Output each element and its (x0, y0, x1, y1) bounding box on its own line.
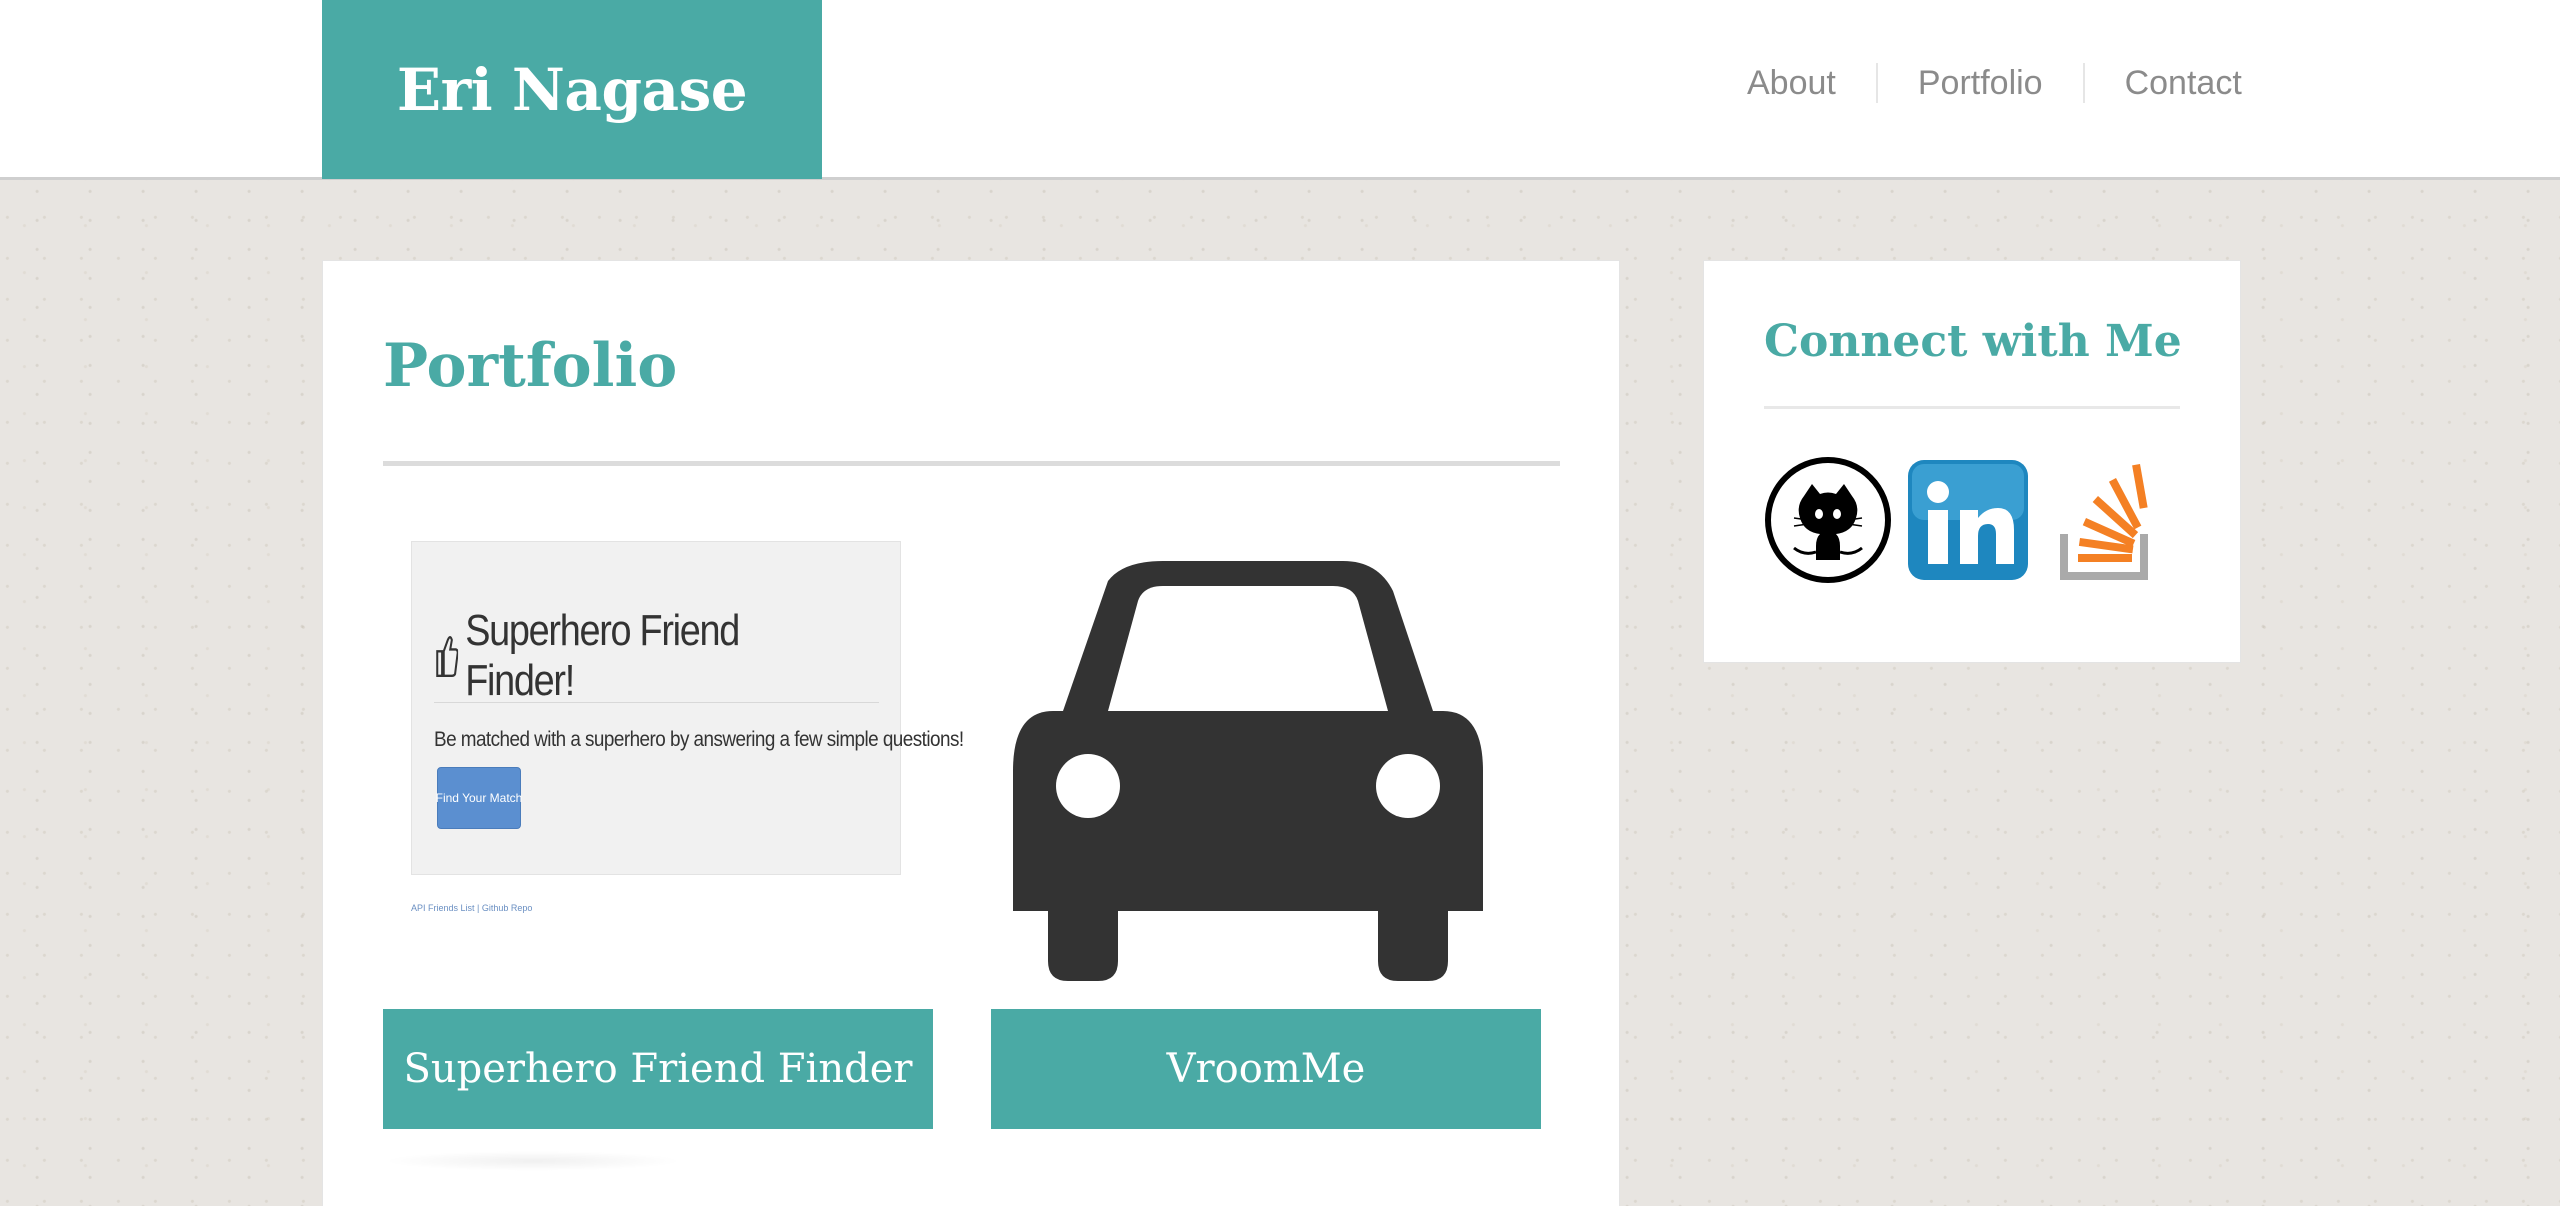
screenshot-divider (434, 702, 879, 703)
title-divider (383, 461, 1560, 466)
brand-block[interactable]: Eri Nagase (322, 0, 822, 179)
main-nav: About Portfolio Contact (1715, 58, 2282, 108)
nav-about-link[interactable]: About (1715, 63, 1876, 103)
project-label-superhero[interactable]: Superhero Friend Finder (383, 1009, 933, 1129)
nav-portfolio-link[interactable]: Portfolio (1875, 63, 2083, 103)
screenshot-heading-text: Superhero Friend Finder! (465, 606, 740, 705)
portfolio-card: Portfolio Superhero Friend Finder! Be ma… (322, 260, 1620, 1206)
linkedin-icon[interactable] (1904, 456, 2032, 584)
sidebar-divider (1764, 406, 2180, 409)
connect-card: Connect with Me (1703, 260, 2241, 663)
github-icon[interactable] (1764, 456, 1892, 584)
screenshot-description: Be matched with a superhero by answering… (434, 728, 964, 751)
screenshot-links: API Friends List | Github Repo (411, 903, 533, 913)
thumbs-up-icon (436, 636, 459, 677)
screenshot-heading: Superhero Friend Finder! (434, 606, 835, 706)
site-title[interactable]: Eri Nagase (397, 56, 748, 124)
nav-contact-link[interactable]: Contact (2082, 63, 2282, 103)
sidebar-title: Connect with Me (1764, 316, 2182, 367)
project-superhero: Superhero Friend Finder! Be matched with… (383, 541, 964, 1181)
project-label-vroomme[interactable]: VroomMe (991, 1009, 1541, 1129)
site-header: Eri Nagase About Portfolio Contact (0, 0, 2560, 180)
stackoverflow-icon[interactable] (2044, 456, 2172, 584)
car-icon[interactable] (1013, 561, 1483, 981)
project-vroomme: VroomMe (991, 541, 1561, 1181)
page-title: Portfolio (383, 331, 678, 401)
project-screenshot[interactable]: Superhero Friend Finder! Be matched with… (411, 541, 964, 875)
card-shadow (383, 1151, 683, 1171)
find-match-button: Find Your Match (436, 767, 522, 829)
